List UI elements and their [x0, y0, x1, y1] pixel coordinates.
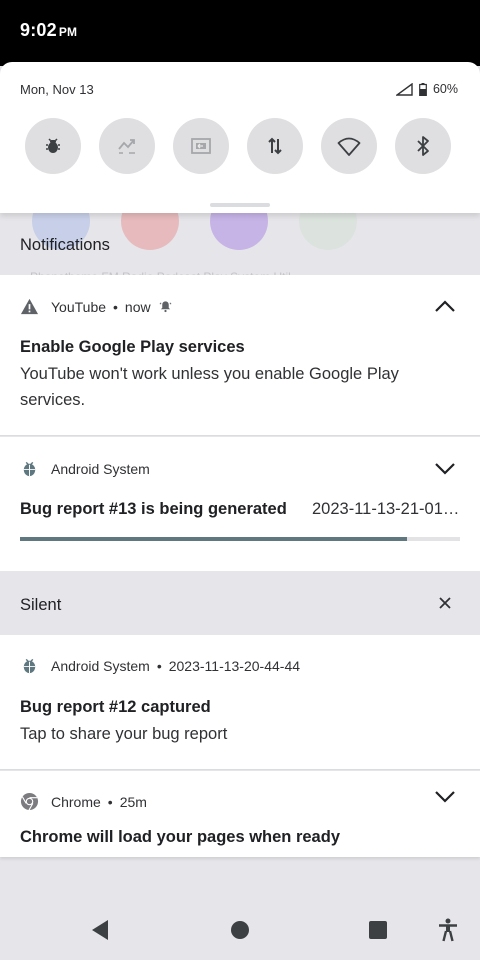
notification-title: Bug report #13 is being generated	[20, 500, 287, 518]
app-name: YouTube	[51, 298, 107, 315]
chrome-icon	[20, 792, 39, 811]
notification-time: 25m	[119, 793, 147, 810]
accessibility-icon	[439, 918, 457, 942]
rotate-icon	[118, 139, 135, 154]
wifi-tile[interactable]	[321, 118, 377, 174]
cast-icon	[191, 138, 211, 154]
background-app-icon	[299, 212, 357, 250]
notification-text: YouTube won't work unless you enable Goo…	[20, 365, 399, 409]
notification-header: Android System	[20, 459, 150, 478]
clock: 9:02 PM	[20, 20, 78, 40]
chrome-notification[interactable]: Chrome • 25m Chrome will load your pages…	[0, 771, 480, 857]
qs-status-icons: 60%	[395, 82, 458, 96]
separator-dot: •	[107, 793, 113, 810]
notification-header: Android System • 2023-11-13-20-44-44	[20, 656, 300, 675]
youtube-notification[interactable]: YouTube • now Enable Google Play service…	[0, 275, 480, 436]
notification-time: 2023-11-13-20-44-44	[168, 657, 301, 674]
expand-chevron-icon[interactable]	[434, 790, 456, 804]
bug-icon	[20, 459, 39, 478]
back-button[interactable]	[88, 918, 112, 942]
bug-icon	[20, 656, 39, 675]
bug-report-timestamp: 2023-11-13-21-01-12	[312, 500, 462, 518]
bug-report-progress-notification[interactable]: Android System Bug report #13 is being g…	[0, 437, 480, 571]
collapse-chevron-icon[interactable]	[434, 299, 456, 313]
separator-dot: •	[113, 298, 118, 315]
silent-section-header: Silent	[20, 596, 62, 614]
alerting-bell-icon	[159, 301, 172, 313]
navigation-bar	[0, 900, 480, 960]
screen-cast-tile[interactable]	[173, 118, 229, 174]
back-icon	[92, 920, 108, 940]
battery-icon	[419, 82, 427, 96]
separator-dot: •	[156, 657, 162, 674]
bug-report-captured-notification[interactable]: Android System • 2023-11-13-20-44-44 Bug…	[0, 635, 480, 770]
background-app-icon	[210, 212, 268, 250]
drag-handle[interactable]	[210, 203, 270, 207]
background-app-icon	[121, 212, 179, 250]
bluetooth-icon	[417, 136, 429, 156]
notification-header: YouTube • now	[20, 297, 172, 316]
battery-percent: 60%	[432, 82, 458, 96]
quick-settings-panel: Mon, Nov 13 60%	[0, 62, 480, 213]
mobile-data-tile[interactable]	[247, 118, 303, 174]
notification-title: Chrome will load your pages when ready	[20, 828, 340, 846]
bug-report-tile[interactable]	[25, 118, 81, 174]
progress-fill	[20, 537, 408, 541]
notification-text: Tap to share your bug report	[20, 725, 228, 743]
qs-date: Mon, Nov 13	[20, 82, 94, 97]
bluetooth-tile[interactable]	[395, 118, 451, 174]
quick-settings-tiles	[25, 118, 451, 174]
signal-icon	[395, 82, 413, 96]
app-name: Android System	[51, 657, 150, 674]
app-name: Android System	[51, 460, 150, 477]
bug-icon	[46, 138, 60, 153]
recents-button[interactable]	[366, 918, 390, 942]
app-name: Chrome	[51, 793, 101, 810]
status-bar: 9:02 PM	[0, 0, 480, 66]
notification-title: Bug report #12 captured	[20, 698, 211, 716]
wifi-icon	[337, 137, 361, 156]
notification-time: now	[124, 298, 151, 315]
home-icon	[231, 921, 249, 939]
home-button[interactable]	[228, 918, 252, 942]
close-icon[interactable]	[438, 596, 452, 610]
expand-chevron-icon[interactable]	[434, 462, 456, 476]
accessibility-button[interactable]	[436, 918, 460, 942]
data-arrows-icon	[268, 137, 282, 155]
notifications-header: Notifications	[20, 236, 110, 254]
bug-report-progress-bar	[20, 537, 460, 541]
notification-header: Chrome • 25m	[20, 792, 147, 811]
auto-rotate-tile[interactable]	[99, 118, 155, 174]
warning-icon	[20, 297, 39, 316]
notification-title: Enable Google Play services	[20, 338, 245, 356]
recents-icon	[369, 921, 387, 939]
